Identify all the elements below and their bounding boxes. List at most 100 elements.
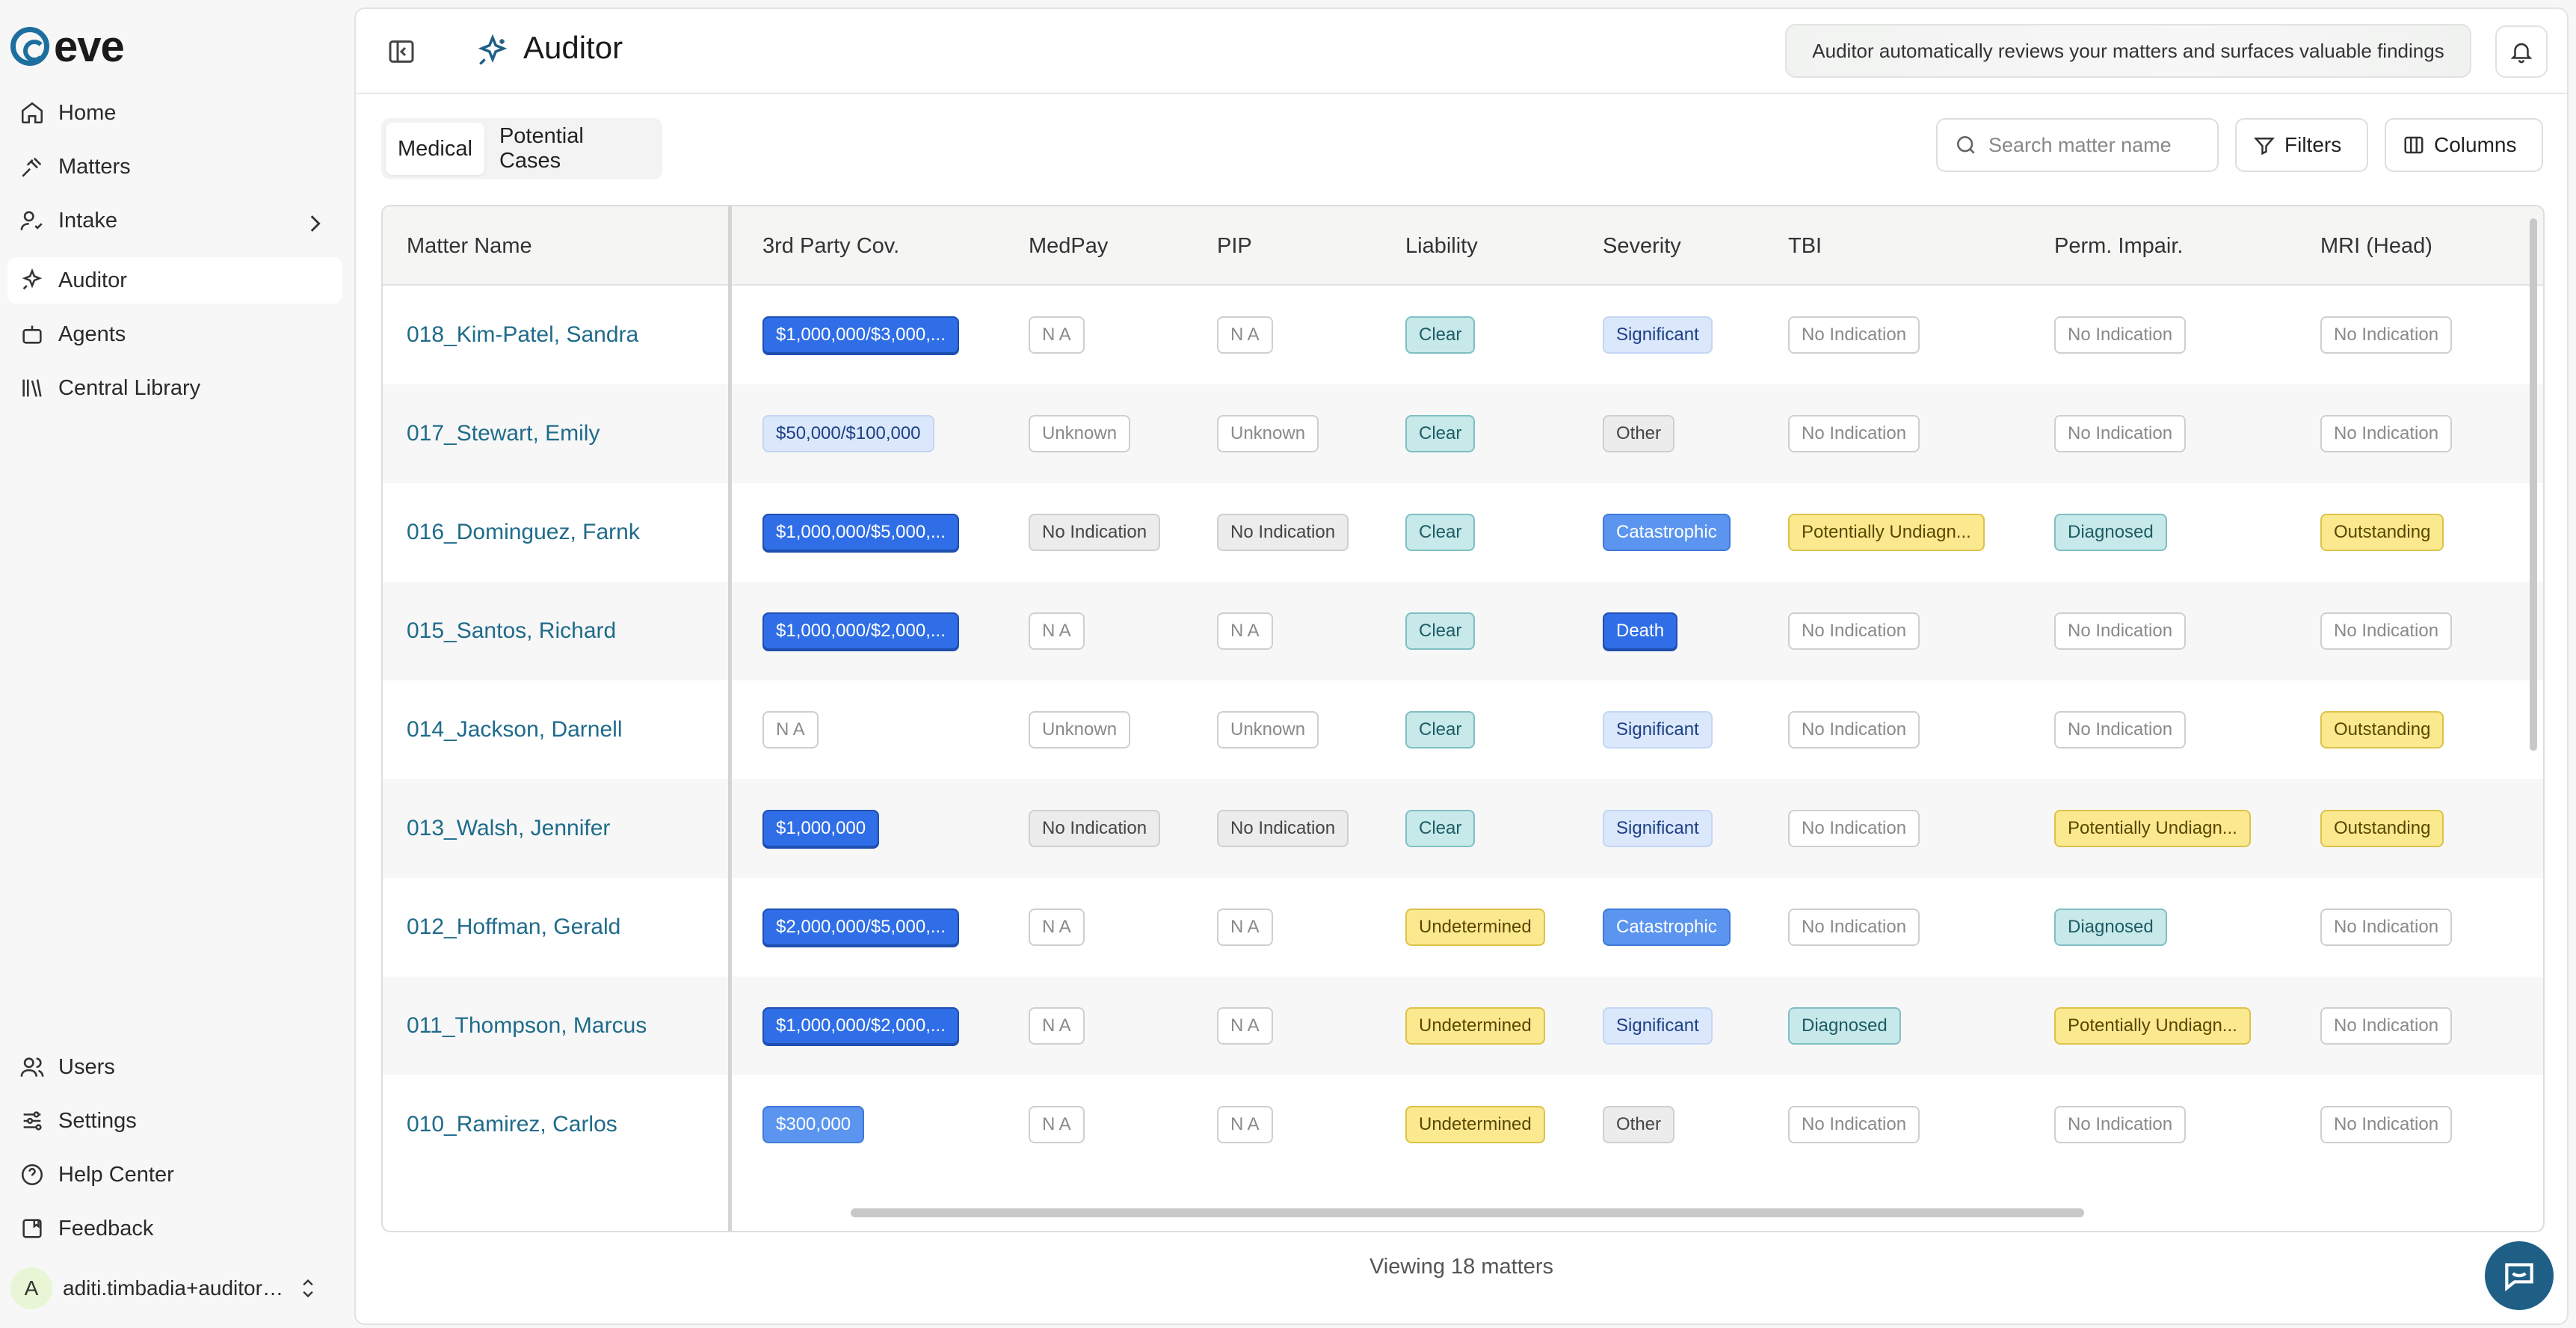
status-badge: Outstanding <box>2320 810 2444 847</box>
column-header[interactable]: MRI (Head) <box>2320 206 2530 286</box>
table-cell: Undetermined <box>1405 878 1585 977</box>
table-cell: $50,000/$100,000 <box>762 384 1002 483</box>
sidebar-item-users[interactable]: Users <box>7 1044 342 1090</box>
table-row[interactable]: 016_Dominguez, Farnk $1,000,000/$5,000,..… <box>383 483 2543 582</box>
matters-table: Matter Name 3rd Party Cov. MedPay PIP Liabil… <box>381 205 2545 1232</box>
table-row[interactable]: 012_Hoffman, Gerald $2,000,000/$5,000,...… <box>383 878 2543 977</box>
chat-icon <box>2505 1263 2533 1292</box>
table-cell: Clear <box>1405 779 1585 878</box>
table-row[interactable]: 015_Santos, Richard $1,000,000/$2,000,...… <box>383 582 2543 680</box>
chevron-up-down-icon <box>303 1279 313 1298</box>
chat-button[interactable] <box>2485 1241 2554 1310</box>
column-header[interactable]: Severity <box>1603 206 1775 286</box>
status-badge: No Indication <box>2054 1106 2187 1143</box>
vertical-scrollbar[interactable] <box>2530 218 2537 751</box>
table-row[interactable]: 014_Jackson, Darnell N A Unknown Unknown Cle… <box>383 680 2543 779</box>
status-badge: Clear <box>1405 415 1476 452</box>
table-cell: Potentially Undiagn... <box>2054 779 2293 878</box>
sidebar-item-central-library[interactable]: Central Library <box>7 365 342 411</box>
table-cell: 011_Thompson, Marcus <box>407 977 721 1075</box>
column-header[interactable]: 3rd Party Cov. <box>762 206 1002 286</box>
horizontal-scrollbar[interactable] <box>851 1208 2084 1217</box>
matter-name-link[interactable]: 010_Ramirez, Carlos <box>407 1112 617 1137</box>
table-cell: No Indication <box>1029 779 1201 878</box>
sidebar-item-help-center[interactable]: Help Center <box>7 1152 342 1198</box>
column-header[interactable]: PIP <box>1217 206 1389 286</box>
column-header[interactable]: MedPay <box>1029 206 1201 286</box>
table-cell: N A <box>1217 878 1389 977</box>
column-header[interactable]: Perm. Impair. <box>2054 206 2293 286</box>
sidebar-item-agents[interactable]: Agents <box>7 311 342 357</box>
status-badge: No Indication <box>1029 810 1161 847</box>
columns-icon <box>2404 136 2424 154</box>
status-badge: N A <box>1029 612 1085 650</box>
table-row[interactable]: 011_Thompson, Marcus $1,000,000/$2,000,..… <box>383 977 2543 1075</box>
status-badge: Clear <box>1405 711 1476 748</box>
matter-name-link[interactable]: 011_Thompson, Marcus <box>407 1013 647 1039</box>
sidebar-item-label: Feedback <box>58 1216 154 1241</box>
table-cell: 015_Santos, Richard <box>407 582 721 680</box>
status-badge: Outstanding <box>2320 514 2444 551</box>
matter-name-link[interactable]: 016_Dominguez, Farnk <box>407 520 640 545</box>
table-row[interactable]: 013_Walsh, Jennifer $1,000,000 No Indicati… <box>383 779 2543 878</box>
sidebar-item-home[interactable]: Home <box>7 90 342 136</box>
matter-name-link[interactable]: 014_Jackson, Darnell <box>407 717 623 743</box>
status-badge: Diagnosed <box>2054 514 2167 551</box>
tab-potential-cases[interactable]: Potential Cases <box>487 123 658 175</box>
sidebar-item-intake[interactable]: Intake <box>7 197 342 244</box>
app-logo[interactable]: eve <box>10 22 125 71</box>
table-cell: Clear <box>1405 483 1585 582</box>
search-icon <box>1957 136 1975 154</box>
feedback-icon <box>22 1219 42 1238</box>
sidebar-item-auditor[interactable]: Auditor <box>7 257 342 304</box>
matter-name-link[interactable]: 012_Hoffman, Gerald <box>407 914 620 940</box>
table-cell: N A <box>1029 977 1201 1075</box>
notifications-button[interactable] <box>2495 25 2548 78</box>
table-cell: No Indication <box>2054 582 2293 680</box>
table-row[interactable]: 010_Ramirez, Carlos $300,000 N A N A Undeter… <box>383 1075 2543 1174</box>
matter-name-link[interactable]: 013_Walsh, Jennifer <box>407 816 610 841</box>
matter-name-link[interactable]: 015_Santos, Richard <box>407 618 616 644</box>
matter-name-link[interactable]: 018_Kim-Patel, Sandra <box>407 322 638 348</box>
table-cell: No Indication <box>1029 483 1201 582</box>
logo-text: eve <box>54 22 125 71</box>
agent-icon <box>22 325 42 344</box>
status-badge: Significant <box>1603 316 1713 354</box>
column-header[interactable]: Matter Name <box>407 206 721 286</box>
bell-icon <box>2510 43 2533 64</box>
table-cell: No Indication <box>1788 384 2027 483</box>
toggle-sidebar-button[interactable] <box>384 34 419 69</box>
column-header[interactable]: TBI <box>1788 206 2027 286</box>
status-badge: $1,000,000/$2,000,... <box>762 612 959 650</box>
table-cell: No Indication <box>2054 286 2293 384</box>
sidebar-item-matters[interactable]: Matters <box>7 144 342 190</box>
status-badge: Unknown <box>1029 415 1131 452</box>
sidebar-item-settings[interactable]: Settings <box>7 1098 342 1144</box>
table-row[interactable]: 017_Stewart, Emily $50,000/$100,000 Unknow… <box>383 384 2543 483</box>
tab-medical[interactable]: Medical <box>386 123 484 175</box>
table-row[interactable]: 018_Kim-Patel, Sandra $1,000,000/$3,000,.… <box>383 286 2543 384</box>
filters-button[interactable]: Filters <box>2235 118 2368 172</box>
table-cell: $1,000,000 <box>762 779 1002 878</box>
search-input[interactable] <box>1988 133 2213 157</box>
user-menu[interactable]: A aditi.timbadia+auditor… <box>7 1267 342 1310</box>
filters-label: Filters <box>2284 133 2342 156</box>
sidebar-item-label: Settings <box>58 1108 137 1133</box>
status-badge: Potentially Undiagn... <box>2054 810 2251 847</box>
table-cell: Unknown <box>1217 680 1389 779</box>
status-badge: No Indication <box>1788 711 1920 748</box>
user-name: aditi.timbadia+auditor… <box>63 1276 283 1300</box>
sidebar-item-feedback[interactable]: Feedback <box>7 1205 342 1252</box>
matter-name-link[interactable]: 017_Stewart, Emily <box>407 421 600 446</box>
status-badge: No Indication <box>1788 316 1920 354</box>
table-cell: $2,000,000/$5,000,... <box>762 878 1002 977</box>
table-cell: Significant <box>1603 680 1775 779</box>
column-header[interactable]: Liability <box>1405 206 1585 286</box>
table-cell: No Indication <box>1217 483 1389 582</box>
status-badge: No Indication <box>2054 711 2187 748</box>
table-cell: N A <box>1217 286 1389 384</box>
status-badge: Diagnosed <box>2054 909 2167 946</box>
chevron-right-icon <box>310 215 321 232</box>
table-cell: 014_Jackson, Darnell <box>407 680 721 779</box>
columns-button[interactable]: Columns <box>2385 118 2543 172</box>
